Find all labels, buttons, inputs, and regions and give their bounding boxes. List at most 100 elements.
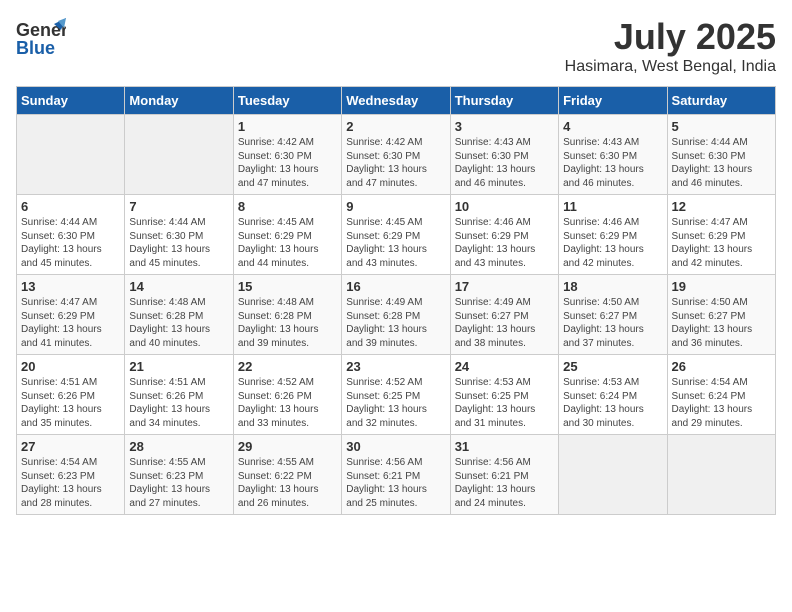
day-info: Sunrise: 4:42 AM Sunset: 6:30 PM Dayligh…: [346, 136, 445, 190]
calendar-cell: 13 Sunrise: 4:47 AM Sunset: 6:29 PM Dayli…: [17, 275, 125, 355]
day-info: Sunrise: 4:49 AM Sunset: 6:28 PM Dayligh…: [346, 296, 445, 350]
calendar-cell: 10 Sunrise: 4:46 AM Sunset: 6:29 PM Dayli…: [450, 195, 558, 275]
title-block: July 2025 Hasimara, West Bengal, India: [565, 16, 776, 76]
day-info: Sunrise: 4:54 AM Sunset: 6:24 PM Dayligh…: [672, 376, 771, 430]
svg-text:Blue: Blue: [16, 38, 55, 58]
calendar-cell: 14 Sunrise: 4:48 AM Sunset: 6:28 PM Dayli…: [125, 275, 233, 355]
day-number: 31: [455, 439, 554, 454]
calendar-cell: 12Sunrise: 4:47 AM Sunset: 6:29 PM Dayli…: [667, 195, 775, 275]
day-number: 2: [346, 119, 445, 134]
day-number: 27: [21, 439, 120, 454]
day-number: 24: [455, 359, 554, 374]
day-number: 5: [672, 119, 771, 134]
calendar-cell: 7Sunrise: 4:44 AM Sunset: 6:30 PM Daylig…: [125, 195, 233, 275]
day-info: Sunrise: 4:51 AM Sunset: 6:26 PM Dayligh…: [21, 376, 120, 430]
logo-icon: General Blue: [16, 16, 66, 60]
calendar-cell: [667, 435, 775, 515]
day-info: Sunrise: 4:46 AM Sunset: 6:29 PM Dayligh…: [563, 216, 662, 270]
day-number: 20: [21, 359, 120, 374]
day-number: 10: [455, 199, 554, 214]
day-info: Sunrise: 4:48 AM Sunset: 6:28 PM Dayligh…: [129, 296, 228, 350]
weekday-row: SundayMondayTuesdayWednesdayThursdayFrid…: [17, 87, 776, 115]
day-number: 4: [563, 119, 662, 134]
weekday-tuesday: Tuesday: [233, 87, 341, 115]
day-number: 26: [672, 359, 771, 374]
week-row-2: 6Sunrise: 4:44 AM Sunset: 6:30 PM Daylig…: [17, 195, 776, 275]
calendar-cell: [17, 115, 125, 195]
day-info: Sunrise: 4:51 AM Sunset: 6:26 PM Dayligh…: [129, 376, 228, 430]
calendar-cell: 27 Sunrise: 4:54 AM Sunset: 6:23 PM Dayli…: [17, 435, 125, 515]
calendar-cell: 29 Sunrise: 4:55 AM Sunset: 6:22 PM Dayli…: [233, 435, 341, 515]
calendar-cell: 4 Sunrise: 4:43 AM Sunset: 6:30 PM Daylig…: [559, 115, 667, 195]
weekday-saturday: Saturday: [667, 87, 775, 115]
calendar-cell: 17 Sunrise: 4:49 AM Sunset: 6:27 PM Dayli…: [450, 275, 558, 355]
weekday-thursday: Thursday: [450, 87, 558, 115]
day-info: Sunrise: 4:47 AM Sunset: 6:29 PM Dayligh…: [21, 296, 120, 350]
day-info: Sunrise: 4:43 AM Sunset: 6:30 PM Dayligh…: [455, 136, 554, 190]
day-number: 14: [129, 279, 228, 294]
calendar-cell: 2 Sunrise: 4:42 AM Sunset: 6:30 PM Daylig…: [342, 115, 450, 195]
calendar-table: SundayMondayTuesdayWednesdayThursdayFrid…: [16, 86, 776, 515]
calendar-cell: 15 Sunrise: 4:48 AM Sunset: 6:28 PM Dayli…: [233, 275, 341, 355]
day-info: Sunrise: 4:55 AM Sunset: 6:23 PM Dayligh…: [129, 456, 228, 510]
calendar-cell: 16 Sunrise: 4:49 AM Sunset: 6:28 PM Dayli…: [342, 275, 450, 355]
calendar-cell: [559, 435, 667, 515]
page-header: General Blue July 2025 Hasimara, West Be…: [16, 16, 776, 76]
day-number: 17: [455, 279, 554, 294]
day-number: 22: [238, 359, 337, 374]
calendar-cell: 11 Sunrise: 4:46 AM Sunset: 6:29 PM Dayli…: [559, 195, 667, 275]
calendar-cell: 30 Sunrise: 4:56 AM Sunset: 6:21 PM Dayli…: [342, 435, 450, 515]
calendar-body: 1 Sunrise: 4:42 AM Sunset: 6:30 PM Daylig…: [17, 115, 776, 515]
calendar-header: SundayMondayTuesdayWednesdayThursdayFrid…: [17, 87, 776, 115]
calendar-cell: 25Sunrise: 4:53 AM Sunset: 6:24 PM Dayli…: [559, 355, 667, 435]
calendar-cell: 26 Sunrise: 4:54 AM Sunset: 6:24 PM Dayli…: [667, 355, 775, 435]
day-info: Sunrise: 4:53 AM Sunset: 6:24 PM Dayligh…: [563, 376, 662, 430]
day-info: Sunrise: 4:50 AM Sunset: 6:27 PM Dayligh…: [672, 296, 771, 350]
week-row-4: 20 Sunrise: 4:51 AM Sunset: 6:26 PM Dayli…: [17, 355, 776, 435]
day-number: 29: [238, 439, 337, 454]
calendar-cell: 31 Sunrise: 4:56 AM Sunset: 6:21 PM Dayli…: [450, 435, 558, 515]
day-number: 19: [672, 279, 771, 294]
day-info: Sunrise: 4:43 AM Sunset: 6:30 PM Dayligh…: [563, 136, 662, 190]
day-number: 21: [129, 359, 228, 374]
day-info: Sunrise: 4:52 AM Sunset: 6:25 PM Dayligh…: [346, 376, 445, 430]
day-info: Sunrise: 4:55 AM Sunset: 6:22 PM Dayligh…: [238, 456, 337, 510]
day-number: 28: [129, 439, 228, 454]
day-number: 16: [346, 279, 445, 294]
logo: General Blue: [16, 16, 66, 65]
calendar-cell: 21 Sunrise: 4:51 AM Sunset: 6:26 PM Dayli…: [125, 355, 233, 435]
day-number: 30: [346, 439, 445, 454]
day-info: Sunrise: 4:53 AM Sunset: 6:25 PM Dayligh…: [455, 376, 554, 430]
calendar-cell: [125, 115, 233, 195]
day-info: Sunrise: 4:56 AM Sunset: 6:21 PM Dayligh…: [455, 456, 554, 510]
page-subtitle: Hasimara, West Bengal, India: [565, 58, 776, 76]
day-number: 13: [21, 279, 120, 294]
day-info: Sunrise: 4:54 AM Sunset: 6:23 PM Dayligh…: [21, 456, 120, 510]
day-number: 9: [346, 199, 445, 214]
weekday-sunday: Sunday: [17, 87, 125, 115]
day-info: Sunrise: 4:56 AM Sunset: 6:21 PM Dayligh…: [346, 456, 445, 510]
calendar-cell: 9Sunrise: 4:45 AM Sunset: 6:29 PM Daylig…: [342, 195, 450, 275]
day-number: 18: [563, 279, 662, 294]
day-number: 23: [346, 359, 445, 374]
week-row-1: 1 Sunrise: 4:42 AM Sunset: 6:30 PM Daylig…: [17, 115, 776, 195]
page-title: July 2025: [565, 16, 776, 58]
calendar-cell: 1Sunrise: 4:42 AM Sunset: 6:30 PM Daylig…: [233, 115, 341, 195]
calendar-cell: 22 Sunrise: 4:52 AM Sunset: 6:26 PM Dayli…: [233, 355, 341, 435]
day-number: 11: [563, 199, 662, 214]
day-number: 1: [238, 119, 337, 134]
day-number: 3: [455, 119, 554, 134]
calendar-cell: 23 Sunrise: 4:52 AM Sunset: 6:25 PM Dayli…: [342, 355, 450, 435]
day-number: 6: [21, 199, 120, 214]
calendar-cell: 19 Sunrise: 4:50 AM Sunset: 6:27 PM Dayli…: [667, 275, 775, 355]
day-info: Sunrise: 4:49 AM Sunset: 6:27 PM Dayligh…: [455, 296, 554, 350]
week-row-3: 13 Sunrise: 4:47 AM Sunset: 6:29 PM Dayli…: [17, 275, 776, 355]
day-info: Sunrise: 4:48 AM Sunset: 6:28 PM Dayligh…: [238, 296, 337, 350]
day-number: 7: [129, 199, 228, 214]
day-number: 8: [238, 199, 337, 214]
day-info: Sunrise: 4:46 AM Sunset: 6:29 PM Dayligh…: [455, 216, 554, 270]
day-info: Sunrise: 4:52 AM Sunset: 6:26 PM Dayligh…: [238, 376, 337, 430]
day-number: 15: [238, 279, 337, 294]
calendar-cell: 8Sunrise: 4:45 AM Sunset: 6:29 PM Daylig…: [233, 195, 341, 275]
calendar-cell: 5Sunrise: 4:44 AM Sunset: 6:30 PM Daylig…: [667, 115, 775, 195]
